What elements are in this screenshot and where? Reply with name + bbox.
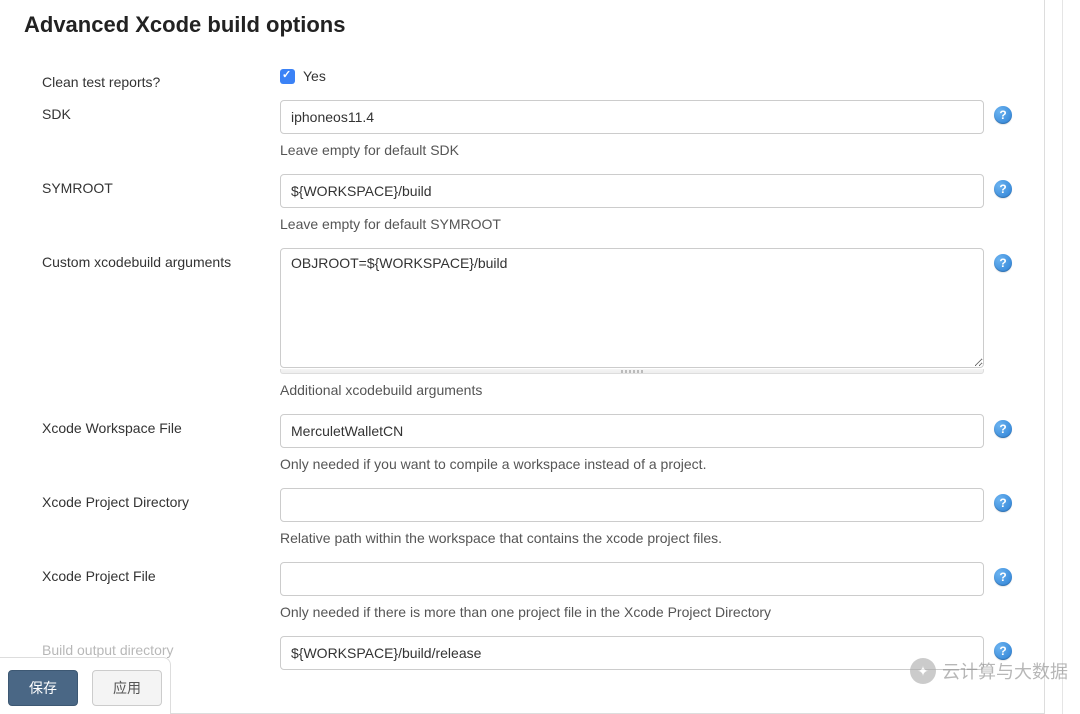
field-build-output: ? (280, 636, 1024, 686)
textarea-custom-args[interactable] (280, 248, 984, 368)
help-project-file: Only needed if there is more than one pr… (280, 604, 984, 620)
help-sdk: Leave empty for default SDK (280, 142, 984, 158)
checkbox-label-clean-reports: Yes (303, 68, 326, 84)
help-project-dir: Relative path within the workspace that … (280, 530, 984, 546)
row-project-file: Xcode Project File ? Only needed if ther… (24, 562, 1024, 636)
row-sdk: SDK ? Leave empty for default SDK (24, 100, 1024, 174)
help-icon[interactable]: ? (994, 642, 1012, 660)
help-icon[interactable]: ? (994, 494, 1012, 512)
input-sdk[interactable] (280, 100, 984, 134)
field-project-dir: ? Relative path within the workspace tha… (280, 488, 1024, 562)
apply-button[interactable]: 应用 (92, 670, 162, 706)
row-project-dir: Xcode Project Directory ? Relative path … (24, 488, 1024, 562)
help-custom-args: Additional xcodebuild arguments (280, 382, 984, 398)
bottom-button-bar: 保存 应用 (0, 657, 171, 714)
field-sdk: ? Leave empty for default SDK (280, 100, 1024, 174)
scrollbar-track[interactable] (1062, 0, 1080, 714)
input-symroot[interactable] (280, 174, 984, 208)
help-icon[interactable]: ? (994, 254, 1012, 272)
row-symroot: SYMROOT ? Leave empty for default SYMROO… (24, 174, 1024, 248)
field-workspace-file: ? Only needed if you want to compile a w… (280, 414, 1024, 488)
help-icon[interactable]: ? (994, 106, 1012, 124)
help-icon[interactable]: ? (994, 420, 1012, 438)
field-symroot: ? Leave empty for default SYMROOT (280, 174, 1024, 248)
field-project-file: ? Only needed if there is more than one … (280, 562, 1024, 636)
field-clean-reports: Yes (280, 68, 1024, 100)
label-project-dir: Xcode Project Directory (24, 488, 280, 516)
input-project-dir[interactable] (280, 488, 984, 522)
label-workspace-file: Xcode Workspace File (24, 414, 280, 442)
label-symroot: SYMROOT (24, 174, 280, 202)
label-custom-args: Custom xcodebuild arguments (24, 248, 280, 276)
save-button[interactable]: 保存 (8, 670, 78, 706)
checkbox-clean-reports[interactable] (280, 69, 295, 84)
row-custom-args: Custom xcodebuild arguments ? Additional… (24, 248, 1024, 414)
input-build-output[interactable] (280, 636, 984, 670)
help-workspace-file: Only needed if you want to compile a wor… (280, 456, 984, 472)
section-title: Advanced Xcode build options (24, 12, 1024, 38)
label-project-file: Xcode Project File (24, 562, 280, 590)
row-workspace-file: Xcode Workspace File ? Only needed if yo… (24, 414, 1024, 488)
form-container: Advanced Xcode build options Clean test … (0, 0, 1045, 714)
help-icon[interactable]: ? (994, 568, 1012, 586)
textarea-resize-handle[interactable] (280, 369, 984, 374)
input-workspace-file[interactable] (280, 414, 984, 448)
label-clean-reports: Clean test reports? (24, 68, 280, 96)
help-icon[interactable]: ? (994, 180, 1012, 198)
label-sdk: SDK (24, 100, 280, 128)
row-clean-reports: Clean test reports? Yes (24, 68, 1024, 100)
input-project-file[interactable] (280, 562, 984, 596)
field-custom-args: ? Additional xcodebuild arguments (280, 248, 1024, 414)
help-symroot: Leave empty for default SYMROOT (280, 216, 984, 232)
row-build-output: Build output directory ? (24, 636, 1024, 686)
